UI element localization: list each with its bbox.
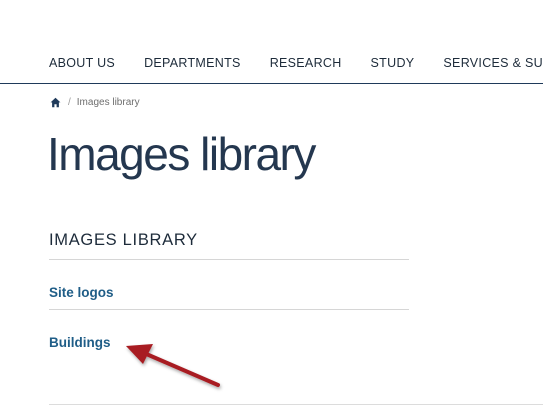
home-icon[interactable] [50, 97, 61, 108]
section-heading: IMAGES LIBRARY [49, 226, 409, 260]
nav-item-study[interactable]: STUDY [371, 56, 415, 70]
library-links-list: Site logos Buildings [49, 260, 409, 360]
divider [49, 404, 543, 405]
breadcrumb-separator: / [68, 96, 71, 108]
nav-item-research[interactable]: RESEARCH [270, 56, 342, 70]
buildings-link[interactable]: Buildings [49, 335, 111, 350]
nav-item-services-support[interactable]: SERVICES & SUPPORT [443, 56, 543, 70]
list-item: Buildings [49, 310, 409, 360]
nav-item-departments[interactable]: DEPARTMENTS [144, 56, 241, 70]
page: ABOUT US DEPARTMENTS RESEARCH STUDY SERV… [0, 0, 543, 407]
top-navigation: ABOUT US DEPARTMENTS RESEARCH STUDY SERV… [0, 0, 543, 84]
images-library-section: IMAGES LIBRARY Site logos Buildings [49, 226, 409, 360]
breadcrumb: / Images library [50, 95, 140, 109]
page-title: Images library [47, 128, 316, 180]
site-logos-link[interactable]: Site logos [49, 285, 114, 300]
breadcrumb-current: Images library [76, 96, 140, 108]
nav-menu: ABOUT US DEPARTMENTS RESEARCH STUDY SERV… [49, 56, 543, 70]
nav-item-about-us[interactable]: ABOUT US [49, 56, 115, 70]
list-item: Site logos [49, 260, 409, 310]
